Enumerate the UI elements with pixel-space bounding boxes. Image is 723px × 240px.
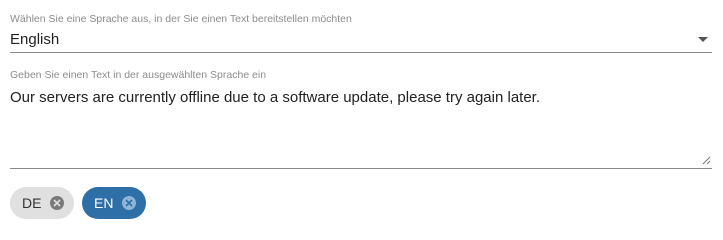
language-select-label: Wählen Sie eine Sprache aus, in der Sie …: [10, 13, 352, 25]
language-select-value[interactable]: English: [10, 30, 59, 50]
chip-de[interactable]: DE: [10, 187, 74, 219]
language-chips: DE EN: [10, 187, 146, 219]
language-text-form: Wählen Sie eine Sprache aus, in der Sie …: [0, 0, 723, 228]
text-input-field[interactable]: Geben Sie einen Text in der ausgewählten…: [10, 68, 712, 169]
close-icon[interactable]: [122, 196, 136, 210]
resize-handle-icon[interactable]: [702, 156, 711, 165]
text-input[interactable]: Our servers are currently offline due to…: [10, 88, 700, 108]
chip-en[interactable]: EN: [82, 187, 146, 219]
chip-de-label: DE: [22, 195, 42, 211]
text-input-label: Geben Sie einen Text in der ausgewählten…: [10, 69, 267, 81]
close-icon[interactable]: [50, 196, 64, 210]
language-select[interactable]: Wählen Sie eine Sprache aus, in der Sie …: [10, 12, 712, 53]
chip-en-label: EN: [94, 195, 114, 211]
caret-down-icon[interactable]: [698, 37, 708, 42]
